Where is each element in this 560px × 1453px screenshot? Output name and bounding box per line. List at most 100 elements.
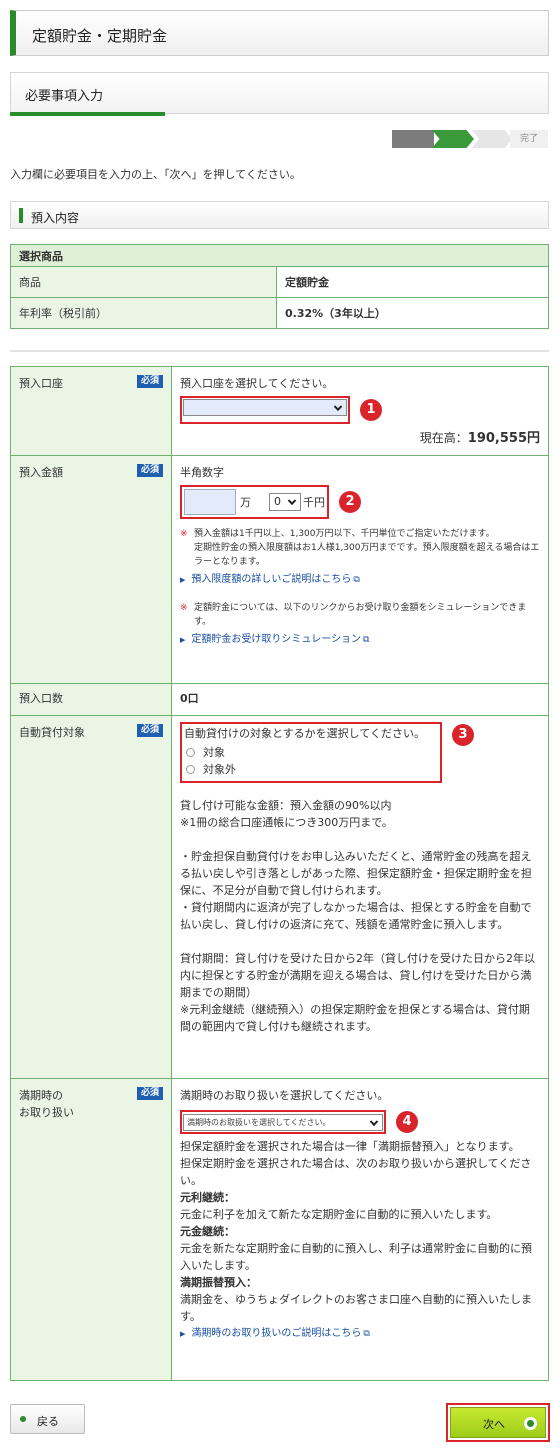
back-button[interactable]: 戻る	[10, 1404, 85, 1434]
back-button-label: 戻る	[37, 1415, 59, 1428]
caret-right-icon: ▶	[180, 636, 186, 644]
auto-loan-label: 自動貸付対象	[19, 726, 85, 739]
next-button-label: 次へ	[483, 1418, 505, 1431]
form-row-account: 預入口座 必須 預入口座を選択してください。 1 現在高：190,555円	[10, 366, 549, 456]
arrow-circle-icon	[524, 1417, 537, 1430]
divider	[10, 350, 549, 352]
subheader-text: 必要事項入力	[25, 89, 104, 104]
form-row-maturity: 満期時の お取り扱い 必須 満期時のお取り扱いを選択してください。 満期時のお取…	[10, 1078, 549, 1381]
progress-step-3	[472, 130, 512, 148]
progress-steps: 完了	[392, 130, 548, 148]
form-row-auto-loan: 自動貸付対象 必須 自動貸付けの対象とするかを選択してください。 対象 対象外 …	[10, 715, 549, 1079]
thousand-select-value: 0	[274, 495, 281, 508]
loan-continuation-text: ※元利金継続（継続預入）の担保定期貯金を担保とする場合は、貸付期間の範囲内で貸し…	[180, 1003, 530, 1033]
maturity-label-line2: お取り扱い	[19, 1106, 74, 1119]
simulation-link-text: 定額貯金お受け取りシミュレーション	[191, 634, 361, 645]
auto-loan-highlight: 自動貸付けの対象とするかを選択してください。 対象 対象外	[180, 722, 442, 783]
limit-link-text: 預入限度額の詳しいご説明はこちら	[191, 574, 352, 585]
maturity-prompt: 満期時のお取り扱いを選択してください。	[180, 1089, 389, 1102]
form-row-count: 預入口数 0口	[10, 683, 549, 716]
loan-info: 貸し付け可能な金額：預入金額の90%以内 ※1冊の総合口座通帳につき300万円ま…	[180, 797, 540, 831]
option-title-3: 満期振替預入：	[180, 1276, 257, 1289]
note-asterisk: ※	[180, 529, 188, 539]
loan-limit-text: ※1冊の総合口座通帳につき300万円まで。	[180, 816, 393, 829]
account-highlight	[180, 396, 350, 424]
maturity-highlight: 満期時のお取扱いを選択してください。	[180, 1110, 386, 1134]
marker-3: 3	[452, 724, 474, 746]
bullet-icon	[20, 1416, 26, 1422]
balance-label: 現在高：	[419, 431, 468, 445]
maturity-text-2: 担保定期貯金を選択された場合は、次のお取り扱いから選択してください。	[180, 1157, 532, 1187]
chevron-down-icon	[287, 496, 297, 506]
maturity-select[interactable]: 満期時のお取扱いを選択してください。	[183, 1114, 383, 1131]
maturity-text-1: 担保定額貯金を選択された場合は一律「満期振替預入」となります。	[180, 1140, 520, 1153]
note-text: 定期性貯金の預入限度額はお1人様1,300万円までです。預入限度額を超える場合は…	[194, 543, 540, 567]
auto-loan-cell: 自動貸付けの対象とするかを選択してください。 対象 対象外 3 貸し付け可能な金…	[171, 715, 549, 1079]
account-prompt: 預入口座を選択してください。	[180, 377, 334, 390]
chevron-down-icon	[369, 1117, 379, 1126]
count-label: 預入口数	[10, 683, 172, 716]
form-row-amount: 預入金額 必須 半角数字 万 0 千円 2 ※ 預入金額は1千円以上、1,300…	[10, 455, 549, 684]
progress-step-done: 完了	[510, 130, 548, 148]
radio-label: 対象外	[203, 763, 236, 776]
deposit-section-header: 預入内容	[10, 201, 549, 229]
table-row: 商品 定額貯金	[10, 266, 549, 298]
radio-option-non-target[interactable]: 対象外	[186, 761, 436, 778]
section-bar	[19, 208, 23, 223]
amount-hint: 半角数字	[180, 466, 224, 479]
option-desc-3: 満期金を、ゆうちょダイレクトのお客さま口座へ自動的に預入いたします。	[180, 1293, 532, 1323]
loan-description-2: ・貸付期間内に返済が完了しなかった場合は、担保とする貯金を自動で払い戻し、貸し付…	[180, 901, 532, 931]
note-text: 預入金額は1千円以上、1,300万円以下、千円単位でご指定いただけます。	[194, 529, 495, 539]
thousand-unit: 千円	[303, 495, 325, 509]
option-desc-1: 元金に利子を加えて新たな定期貯金に自動的に預入いたします。	[180, 1208, 498, 1221]
subheader: 必要事項入力	[10, 72, 549, 116]
next-button[interactable]: 次へ	[450, 1407, 546, 1438]
option-title-2: 元金継続：	[180, 1225, 235, 1238]
product-table-header: 選択商品	[10, 244, 549, 267]
product-value: 定額貯金	[276, 266, 549, 298]
radio-label: 対象	[203, 746, 225, 759]
auto-loan-prompt: 自動貸付けの対象とするかを選択してください。	[184, 727, 426, 740]
external-window-icon: ⧉	[353, 575, 360, 585]
required-badge: 必須	[136, 464, 163, 477]
maturity-select-value: 満期時のお取扱いを選択してください。	[187, 1118, 331, 1127]
instruction-text: 入力欄に必要項目を入力の上、「次へ」を押してください。	[10, 168, 301, 181]
account-label-cell: 預入口座 必須	[10, 366, 172, 456]
radio-option-target[interactable]: 対象	[186, 744, 436, 761]
product-table: 選択商品 商品 定額貯金 年利率（税引前） 0.32%（3年以上）	[10, 244, 549, 329]
progress-step-1	[392, 130, 434, 148]
rate-value: 0.32%（3年以上）	[276, 297, 549, 329]
marker-1: 1	[360, 399, 382, 421]
loan-description-1: ・貯金担保自動貸付けをお申し込みいただくと、通常貯金の残高を超える払い戻しや引き…	[180, 850, 532, 897]
auto-loan-label-cell: 自動貸付対象 必須	[10, 715, 172, 1079]
radio-button[interactable]	[186, 748, 195, 757]
loan-period-text: 貸付期間：貸し付けを受けた日から2年（貸し付けを受けた日から2年以内に担保とする…	[180, 952, 535, 999]
amount-highlight: 万 0 千円	[180, 485, 329, 519]
account-select[interactable]	[183, 399, 347, 416]
maturity-link[interactable]: ▶ 満期時のお取り扱いのご説明はこちら ⧉	[180, 1325, 540, 1343]
amount-label-cell: 預入金額 必須	[10, 455, 172, 684]
external-window-icon: ⧉	[363, 1329, 370, 1339]
amount-man-input[interactable]	[184, 489, 236, 515]
thousand-select[interactable]: 0	[269, 493, 301, 511]
limit-link[interactable]: ▶ 預入限度額の詳しいご説明はこちら ⧉	[180, 571, 540, 589]
option-desc-2: 元金を新たな定期貯金に自動的に預入し、利子は通常貯金に自動的に預入いたします。	[180, 1242, 532, 1272]
deposit-section-title: 預入内容	[31, 211, 80, 225]
amount-note-1: ※ 預入金額は1千円以上、1,300万円以下、千円単位でご指定いただけます。 定…	[180, 527, 540, 569]
caret-right-icon: ▶	[180, 1330, 186, 1338]
radio-button[interactable]	[186, 765, 195, 774]
required-badge: 必須	[136, 1087, 163, 1100]
simulation-link[interactable]: ▶ 定額貯金お受け取りシミュレーション ⧉	[180, 631, 540, 649]
chevron-down-icon	[333, 402, 343, 411]
maturity-label-cell: 満期時の お取り扱い 必須	[10, 1078, 172, 1381]
marker-4: 4	[396, 1111, 418, 1133]
note-text: 定額貯金については、以下のリンクからお受け取り金額をシミュレーションできます。	[194, 603, 527, 627]
balance-value: 190,555円	[467, 431, 540, 446]
account-label: 預入口座	[19, 377, 63, 390]
table-row: 年利率（税引前） 0.32%（3年以上）	[10, 297, 549, 329]
subheader-underline	[10, 112, 165, 116]
product-label: 商品	[10, 266, 277, 298]
amount-input-cell: 半角数字 万 0 千円 2 ※ 預入金額は1千円以上、1,300万円以下、千円単…	[171, 455, 549, 684]
man-unit: 万	[240, 495, 251, 509]
note-asterisk: ※	[180, 603, 188, 613]
